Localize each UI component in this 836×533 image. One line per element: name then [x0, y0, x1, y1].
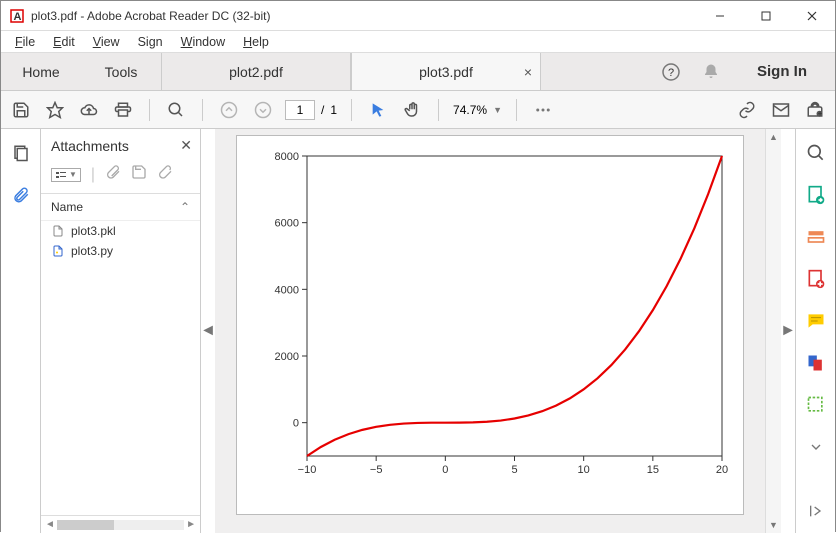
- menu-sign[interactable]: Sign: [130, 33, 171, 51]
- signin-button[interactable]: Sign In: [739, 53, 825, 90]
- file-icon: [51, 224, 65, 238]
- tab-doc-plot3-label: plot3.pdf: [419, 64, 473, 80]
- print-icon[interactable]: [111, 98, 135, 122]
- svg-text:4000: 4000: [275, 284, 299, 296]
- svg-text:20: 20: [716, 464, 728, 476]
- svg-text:0: 0: [442, 464, 448, 476]
- page-number-input[interactable]: [285, 100, 315, 120]
- search-icon[interactable]: [164, 98, 188, 122]
- share-icon[interactable]: +: [803, 98, 827, 122]
- tabbar: Home Tools plot2.pdf plot3.pdf × ? Sign …: [1, 53, 835, 91]
- app-icon: A: [9, 8, 25, 24]
- pointer-icon[interactable]: [366, 98, 390, 122]
- mail-icon[interactable]: [769, 98, 793, 122]
- page-total: 1: [330, 103, 337, 117]
- edit-pdf-icon[interactable]: [804, 225, 828, 249]
- close-tab-icon[interactable]: ×: [524, 64, 532, 80]
- attachments-rail-icon[interactable]: [9, 183, 33, 207]
- attachment-row[interactable]: plot3.py: [41, 241, 200, 261]
- menubar: File Edit View Sign Window Help: [1, 31, 835, 53]
- scroll-down-icon[interactable]: ▼: [766, 517, 781, 533]
- combine-icon[interactable]: [804, 351, 828, 375]
- attachment-label: plot3.py: [71, 244, 113, 258]
- splitter-right[interactable]: ►: [781, 129, 795, 533]
- svg-text:−10: −10: [298, 464, 317, 476]
- svg-text:10: 10: [578, 464, 590, 476]
- svg-text:5: 5: [511, 464, 517, 476]
- menu-view[interactable]: View: [85, 33, 128, 51]
- page-down-icon[interactable]: [251, 98, 275, 122]
- attachments-panel: Attachments ✕ ▼ | Name ⌃ plot3.pkl plot3…: [41, 129, 201, 533]
- page-up-icon[interactable]: [217, 98, 241, 122]
- help-icon[interactable]: ?: [659, 60, 683, 84]
- svg-text:8000: 8000: [275, 151, 299, 163]
- zoom-dropdown-icon[interactable]: ▼: [493, 105, 502, 115]
- page-sep: /: [321, 103, 324, 117]
- collapse-rail-icon[interactable]: [804, 499, 828, 523]
- toolbar: / 1 74.7% ▼ +: [1, 91, 835, 129]
- scroll-right-icon[interactable]: ►: [186, 519, 196, 530]
- close-window-button[interactable]: [789, 1, 835, 31]
- more-icon[interactable]: [531, 98, 555, 122]
- svg-text:15: 15: [647, 464, 659, 476]
- bell-icon[interactable]: [699, 60, 723, 84]
- menu-help[interactable]: Help: [235, 33, 277, 51]
- svg-text:?: ?: [668, 67, 674, 79]
- menu-window[interactable]: Window: [173, 33, 233, 51]
- save-icon[interactable]: [9, 98, 33, 122]
- pdf-page: −10 −5 0 5 10 15 20 0 2000 4000 6000 8000: [236, 135, 744, 515]
- tab-doc-plot3[interactable]: plot3.pdf ×: [351, 53, 541, 90]
- panel-hscroll[interactable]: ◄ ►: [41, 515, 200, 533]
- sort-icon[interactable]: ⌃: [180, 200, 190, 214]
- open-attachment-icon[interactable]: [105, 164, 121, 185]
- splitter-left[interactable]: ◄: [201, 129, 215, 533]
- svg-text:A: A: [14, 11, 22, 23]
- right-rail: [795, 129, 835, 533]
- tab-tools[interactable]: Tools: [81, 53, 161, 90]
- tab-doc-plot2[interactable]: plot2.pdf: [161, 53, 351, 90]
- close-panel-icon[interactable]: ✕: [180, 137, 192, 154]
- organize-icon[interactable]: [804, 393, 828, 417]
- file-icon: [51, 244, 65, 258]
- save-attachment-icon[interactable]: [131, 164, 147, 185]
- svg-text:2000: 2000: [275, 351, 299, 363]
- vscrollbar[interactable]: ▲ ▼: [765, 129, 781, 533]
- svg-text:6000: 6000: [275, 218, 299, 230]
- comment-icon[interactable]: [804, 309, 828, 333]
- chart: −10 −5 0 5 10 15 20 0 2000 4000 6000 8000: [237, 136, 745, 516]
- search-tool-icon[interactable]: [804, 141, 828, 165]
- menu-file[interactable]: File: [7, 33, 43, 51]
- svg-text:+: +: [818, 109, 823, 118]
- attachment-label: plot3.pkl: [71, 224, 116, 238]
- add-attachment-icon[interactable]: [157, 164, 173, 185]
- panel-options-icon[interactable]: ▼: [51, 168, 81, 182]
- scroll-up-icon[interactable]: ▲: [766, 129, 781, 145]
- titlebar: A plot3.pdf - Adobe Acrobat Reader DC (3…: [1, 1, 835, 31]
- maximize-button[interactable]: [743, 1, 789, 31]
- content: Attachments ✕ ▼ | Name ⌃ plot3.pkl plot3…: [1, 129, 835, 533]
- scroll-left-icon[interactable]: ◄: [45, 519, 55, 530]
- star-icon[interactable]: [43, 98, 67, 122]
- tab-home[interactable]: Home: [1, 53, 81, 90]
- tab-doc-plot2-label: plot2.pdf: [229, 64, 283, 80]
- zoom-value: 74.7%: [453, 103, 487, 117]
- create-pdf-icon[interactable]: [804, 267, 828, 291]
- window-title: plot3.pdf - Adobe Acrobat Reader DC (32-…: [31, 9, 270, 23]
- cloud-upload-icon[interactable]: [77, 98, 101, 122]
- export-pdf-icon[interactable]: [804, 183, 828, 207]
- svg-text:−5: −5: [370, 464, 383, 476]
- document-view[interactable]: −10 −5 0 5 10 15 20 0 2000 4000 6000 8000: [215, 129, 765, 533]
- minimize-button[interactable]: [697, 1, 743, 31]
- svg-text:0: 0: [293, 418, 299, 430]
- chevron-down-icon[interactable]: [804, 435, 828, 459]
- attachments-title: Attachments: [51, 138, 129, 154]
- col-name[interactable]: Name: [51, 200, 83, 214]
- hand-icon[interactable]: [400, 98, 424, 122]
- link-icon[interactable]: [735, 98, 759, 122]
- menu-edit[interactable]: Edit: [45, 33, 83, 51]
- left-rail: [1, 129, 41, 533]
- thumbnails-icon[interactable]: [9, 141, 33, 165]
- attachment-row[interactable]: plot3.pkl: [41, 221, 200, 241]
